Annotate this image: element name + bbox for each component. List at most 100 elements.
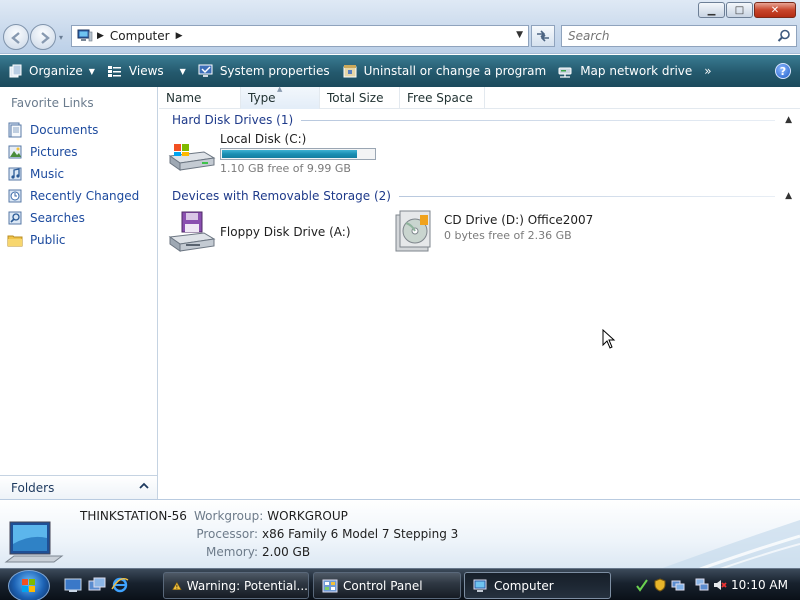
breadcrumb-location[interactable]: Computer xyxy=(110,29,170,43)
nav-item-documents[interactable]: Documents xyxy=(7,119,139,141)
windows-logo-icon xyxy=(22,579,35,592)
public-folder-icon xyxy=(7,235,23,247)
taskbar-button-label: Control Panel xyxy=(343,578,423,593)
search-input[interactable] xyxy=(568,29,768,43)
forward-arrow-icon xyxy=(41,32,50,44)
taskbar-button-label: Warning: Potential... xyxy=(186,578,308,593)
taskbar-button-computer[interactable]: Computer xyxy=(464,572,611,599)
refresh-button[interactable] xyxy=(531,25,555,47)
nav-item-label: Pictures xyxy=(30,145,78,159)
sort-ascending-icon: ▲ xyxy=(277,85,283,93)
recently-changed-icon xyxy=(8,189,22,203)
taskbar-button-warning[interactable]: Warning: Potential... xyxy=(163,572,309,599)
minimize-button[interactable]: ▁ xyxy=(698,2,725,18)
close-button[interactable]: ✕ xyxy=(754,2,796,18)
views-button[interactable]: Views ▼ xyxy=(101,55,192,87)
uninstall-program-label: Uninstall or change a program xyxy=(363,64,547,78)
help-button[interactable]: ? xyxy=(775,63,791,79)
group-header-removable-storage[interactable]: Devices with Removable Storage (2) ▲ xyxy=(172,188,792,204)
system-properties-label: System properties xyxy=(219,64,330,78)
group-divider xyxy=(301,119,776,121)
map-network-drive-button[interactable]: Map network drive xyxy=(552,55,698,87)
network-icon[interactable] xyxy=(671,578,685,592)
taskbar-clock[interactable]: 10:10 AM xyxy=(731,578,788,592)
address-dropdown-icon[interactable]: ▼ xyxy=(516,30,523,40)
start-button[interactable] xyxy=(8,570,50,600)
search-box[interactable] xyxy=(561,25,797,47)
switch-windows-icon[interactable] xyxy=(88,577,106,593)
column-header-total-size[interactable]: Total Size xyxy=(320,87,400,109)
uninstall-program-icon xyxy=(343,65,357,78)
address-bar[interactable]: ▶ Computer ▶ ▼ xyxy=(71,25,529,47)
nav-item-pictures[interactable]: Pictures xyxy=(7,141,139,163)
collapse-group-icon[interactable]: ▲ xyxy=(785,191,792,201)
navigation-pane: Favorite Links Documents Pictures Music … xyxy=(0,87,158,499)
folders-toggle[interactable]: Folders xyxy=(0,475,157,499)
processor-row: Processor: x86 Family 6 Model 7 Stepping … xyxy=(194,527,458,541)
system-properties-button[interactable]: System properties xyxy=(192,55,336,87)
network-warning-icon xyxy=(172,581,182,590)
floppy-drive-icon xyxy=(168,211,216,252)
maximize-button[interactable]: □ xyxy=(726,2,753,18)
breadcrumb-chevron-icon[interactable]: ▶ xyxy=(176,31,183,41)
show-desktop-icon[interactable] xyxy=(64,577,82,593)
search-icon[interactable] xyxy=(777,29,791,43)
nav-item-label: Public xyxy=(30,233,66,247)
breadcrumb-separator-icon[interactable]: ▶ xyxy=(97,31,104,41)
taskbar-button-control-panel[interactable]: Control Panel xyxy=(313,572,461,599)
computer-icon xyxy=(473,579,487,592)
workgroup-row: Workgroup: WORKGROUP xyxy=(194,509,348,523)
nav-item-label: Music xyxy=(30,167,65,181)
nav-item-searches[interactable]: Searches xyxy=(7,207,139,229)
file-list-pane: Name ▲ Type Total Size Free Space Hard D… xyxy=(159,85,800,499)
nav-item-label: Recently Changed xyxy=(30,189,140,203)
tray-shield-check-icon[interactable] xyxy=(635,578,649,592)
nav-item-music[interactable]: Music xyxy=(7,163,139,185)
hard-drive-icon xyxy=(168,144,216,171)
pictures-icon xyxy=(8,145,22,159)
views-icon xyxy=(107,66,121,77)
taskbar-button-label: Computer xyxy=(494,578,554,593)
drive-free-space: 1.10 GB free of 9.99 GB xyxy=(220,162,351,175)
title-bar: ▁ □ ✕ ▾ ▶ Computer ▶ ▼ xyxy=(0,0,800,54)
processor-label: Processor: xyxy=(196,527,258,541)
column-header-free-space[interactable]: Free Space xyxy=(400,87,485,109)
security-center-shield-icon[interactable] xyxy=(653,578,667,592)
more-commands-chevron-icon[interactable]: » xyxy=(704,64,711,78)
nav-item-label: Documents xyxy=(30,123,99,137)
volume-muted-icon[interactable] xyxy=(713,578,727,592)
computer-large-icon xyxy=(4,521,64,563)
back-arrow-icon xyxy=(11,32,20,44)
nav-item-recently-changed[interactable]: Recently Changed xyxy=(7,185,139,207)
column-header-name[interactable]: Name xyxy=(159,87,241,109)
recent-pages-chevron-icon[interactable]: ▾ xyxy=(59,33,67,42)
organize-button[interactable]: Organize ▼ xyxy=(0,55,101,87)
drive-free-space: 0 bytes free of 2.36 GB xyxy=(444,229,572,242)
processor-value: x86 Family 6 Model 7 Stepping 3 xyxy=(262,527,459,541)
collapse-group-icon[interactable]: ▲ xyxy=(785,115,792,125)
forward-button[interactable] xyxy=(30,24,56,50)
searches-icon xyxy=(8,211,22,225)
network-connection-icon[interactable] xyxy=(695,578,709,592)
column-header-type[interactable]: ▲ Type xyxy=(241,85,320,109)
memory-row: Memory: 2.00 GB xyxy=(194,545,310,559)
drive-local-disk-c[interactable]: Local Disk (C:) 1.10 GB free of 9.99 GB xyxy=(168,132,376,176)
views-dropdown-icon[interactable]: ▼ xyxy=(180,67,186,76)
control-panel-icon xyxy=(322,579,338,592)
organize-label: Organize xyxy=(29,64,83,78)
column-header-row: Name ▲ Type Total Size Free Space xyxy=(159,85,800,109)
drive-floppy-a[interactable]: Floppy Disk Drive (A:) xyxy=(168,211,351,255)
capacity-bar xyxy=(220,148,376,160)
command-bar: Organize ▼ Views ▼ System properties Uni… xyxy=(0,55,800,87)
group-header-hard-disk-drives[interactable]: Hard Disk Drives (1) ▲ xyxy=(172,112,792,128)
group-label: Devices with Removable Storage (2) xyxy=(172,189,391,203)
back-button[interactable] xyxy=(3,24,29,50)
drive-name: Floppy Disk Drive (A:) xyxy=(220,225,351,239)
details-pane: THINKSTATION-56 Workgroup: WORKGROUP Proc… xyxy=(0,499,800,568)
column-header-type-label: Type xyxy=(248,91,276,105)
nav-item-public[interactable]: Public xyxy=(7,229,139,251)
drive-cd-d[interactable]: CD Drive (D:) Office2007 0 bytes free of… xyxy=(392,209,593,253)
workgroup-value: WORKGROUP xyxy=(267,509,348,523)
uninstall-program-button[interactable]: Uninstall or change a program xyxy=(336,55,553,87)
internet-explorer-icon[interactable] xyxy=(111,577,129,593)
